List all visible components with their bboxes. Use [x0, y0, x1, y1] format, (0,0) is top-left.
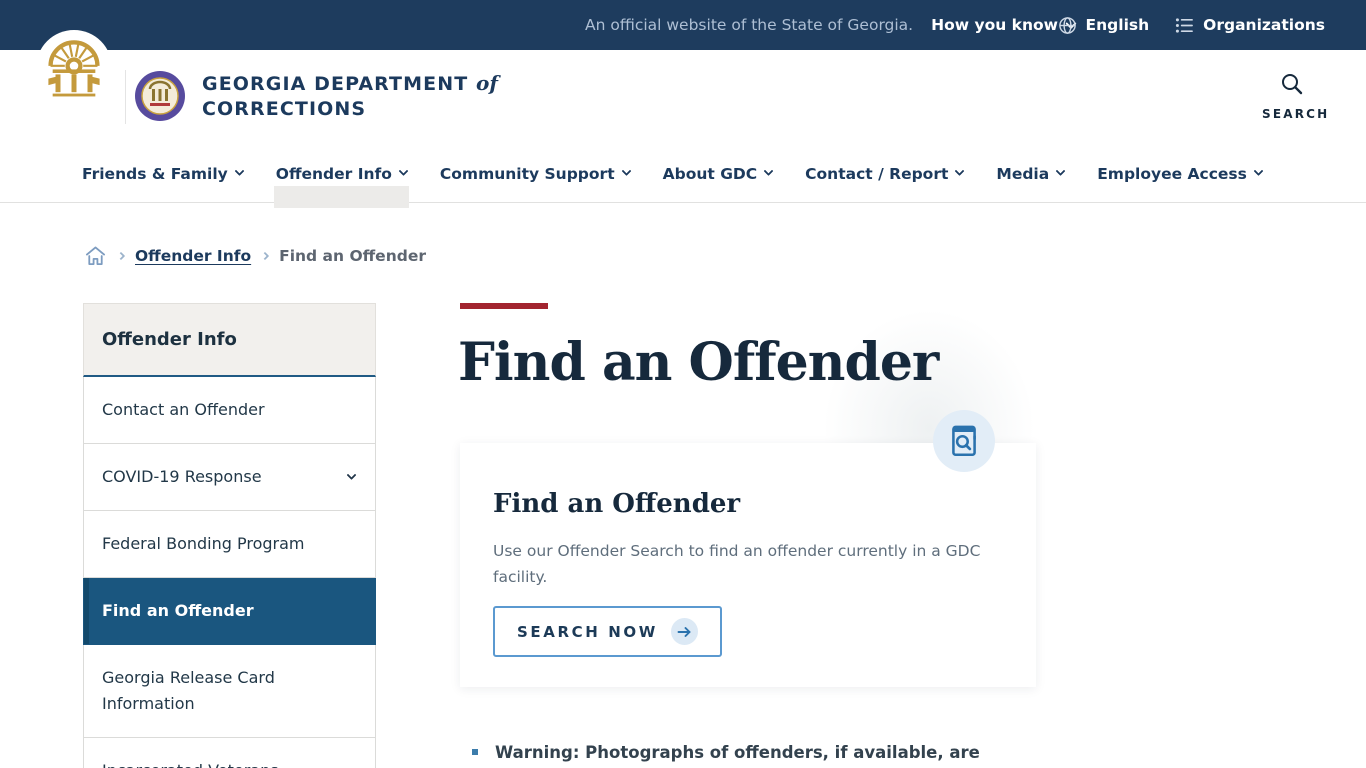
card-title: Find an Offender — [493, 489, 741, 519]
official-website-text: An official website of the State of Geor… — [585, 16, 914, 34]
chevron-down-icon — [234, 165, 245, 176]
warning-list-item: Warning: Photographs of offenders, if av… — [472, 740, 1055, 768]
arrow-right-icon — [670, 618, 698, 645]
sidebar-item-find-an-offender[interactable]: Find an Offender — [83, 578, 376, 645]
agency-name-link[interactable]: GEORGIA DEPARTMENT of CORRECTIONS — [202, 71, 498, 122]
organizations-button[interactable]: Organizations — [1175, 16, 1325, 34]
site-header: GEORGIA DEPARTMENT of CORRECTIONS SEARCH — [0, 30, 1366, 146]
agency-of: of — [475, 71, 498, 95]
chevron-down-icon — [346, 470, 357, 481]
agency-line2: CORRECTIONS — [202, 98, 367, 120]
org-list-icon — [1176, 17, 1194, 33]
site-search-button[interactable]: SEARCH — [1262, 72, 1330, 121]
breadcrumb-chevron-icon — [116, 251, 126, 261]
chevron-down-icon — [1055, 165, 1066, 176]
breadcrumb-chevron-icon — [260, 251, 270, 261]
nav-item-media[interactable]: Media — [996, 146, 1066, 202]
nav-item-offender-info[interactable]: Offender Info — [273, 146, 410, 208]
sidebar-item-contact-an-offender[interactable]: Contact an Offender — [83, 377, 376, 444]
gdc-seal[interactable] — [134, 70, 186, 122]
language-selector[interactable]: English — [1058, 16, 1149, 35]
search-icon — [1282, 74, 1303, 95]
document-search-icon — [952, 425, 976, 457]
sidebar-item-incarcerated-veterans[interactable]: Incarcerated Veterans — [83, 738, 376, 768]
breadcrumb-current: Find an Offender — [279, 247, 426, 265]
chevron-down-icon — [954, 165, 965, 176]
globe-icon — [1058, 16, 1076, 34]
sidebar-item-georgia-release-card-information[interactable]: Georgia Release Card Information — [83, 645, 376, 738]
government-banner: An official website of the State of Geor… — [0, 0, 1366, 50]
how-you-know-button[interactable]: How you know — [931, 16, 1077, 34]
warning-text: Warning: Photographs of offenders, if av… — [495, 743, 980, 762]
nav-item-community-support[interactable]: Community Support — [440, 146, 632, 202]
home-icon[interactable] — [84, 245, 107, 267]
chevron-down-icon — [1253, 165, 1264, 176]
page-title: Find an Offender — [458, 332, 939, 393]
nav-item-friends-family[interactable]: Friends & Family — [82, 146, 245, 202]
sidebar-item-covid-19-response[interactable]: COVID-19 Response — [83, 444, 376, 511]
search-now-button[interactable]: SEARCH NOW — [493, 606, 722, 657]
bullet-icon — [472, 749, 478, 755]
agency-line1: GEORGIA DEPARTMENT — [202, 73, 469, 95]
sidebar-item-federal-bonding-program[interactable]: Federal Bonding Program — [83, 511, 376, 578]
card-description: Use our Offender Search to find an offen… — [493, 542, 981, 586]
search-label: SEARCH — [1262, 107, 1330, 121]
offender-search-badge — [933, 410, 995, 472]
nav-item-contact-report[interactable]: Contact / Report — [805, 146, 965, 202]
section-sidebar: Offender Info Contact an Offender COVID-… — [83, 303, 376, 768]
breadcrumb-link-offender-info[interactable]: Offender Info — [135, 247, 251, 265]
sidebar-title: Offender Info — [83, 303, 376, 377]
page: An official website of the State of Geor… — [0, 0, 1366, 768]
breadcrumb: Offender Info Find an Offender — [84, 243, 426, 269]
chevron-down-icon — [621, 165, 632, 176]
nav-item-employee-access[interactable]: Employee Access — [1097, 146, 1264, 202]
chevron-down-icon — [763, 165, 774, 176]
georgia-arch-logo[interactable] — [36, 30, 112, 106]
logo-divider — [125, 70, 126, 124]
nav-item-about-gdc[interactable]: About GDC — [663, 146, 774, 202]
title-accent-bar — [460, 303, 548, 309]
chevron-down-icon — [398, 165, 409, 176]
main-navigation: Friends & Family Offender Info Community… — [0, 146, 1366, 208]
